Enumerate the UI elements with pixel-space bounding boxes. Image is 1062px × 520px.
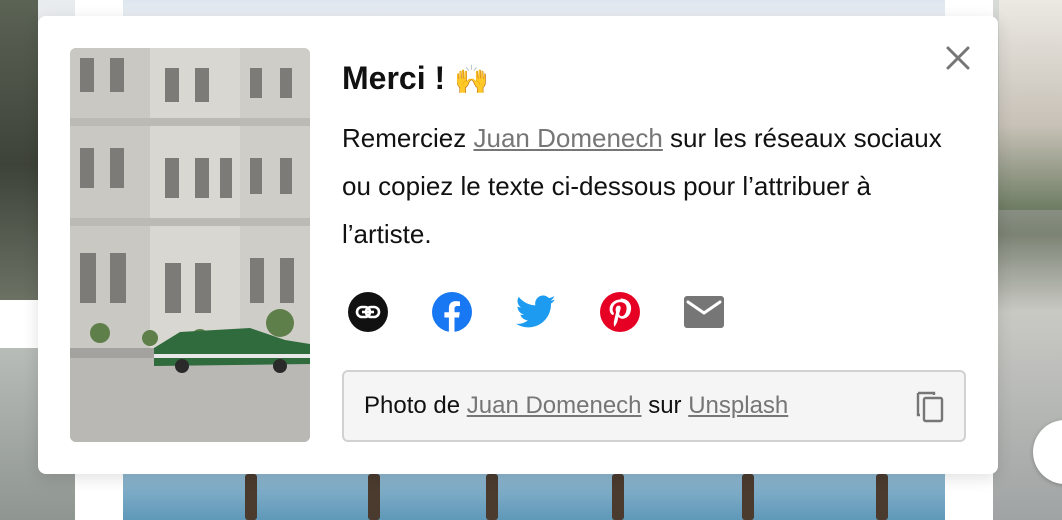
background-photo-left bbox=[0, 0, 38, 300]
twitter-icon bbox=[516, 295, 556, 328]
modal-description: Remerciez Juan Domenech sur les réseaux … bbox=[342, 114, 942, 258]
pinterest-share-button[interactable] bbox=[600, 292, 640, 332]
background-photo-right-top bbox=[999, 0, 1062, 210]
mail-icon bbox=[684, 296, 724, 328]
facebook-icon bbox=[432, 292, 472, 332]
raising-hands-emoji: 🙌 bbox=[454, 64, 489, 95]
copy-button[interactable] bbox=[912, 388, 948, 424]
background-pole bbox=[368, 474, 380, 520]
attribution-author-link[interactable]: Juan Domenech bbox=[467, 392, 642, 419]
share-buttons bbox=[348, 292, 724, 332]
modal-title: Merci ! 🙌 bbox=[342, 58, 489, 100]
unsplash-link[interactable]: Unsplash bbox=[688, 392, 788, 419]
background-gap bbox=[0, 300, 38, 348]
title-text: Merci ! bbox=[342, 60, 446, 96]
background-photo-center bbox=[123, 0, 945, 16]
photo-thumbnail bbox=[70, 48, 310, 442]
background-pole bbox=[742, 474, 754, 520]
twitter-share-button[interactable] bbox=[516, 292, 556, 332]
copy-link-button[interactable] bbox=[348, 292, 388, 332]
background-pole bbox=[612, 474, 624, 520]
close-icon bbox=[946, 46, 970, 70]
pinterest-icon bbox=[600, 292, 640, 332]
author-link[interactable]: Juan Domenech bbox=[473, 123, 662, 153]
description-before: Remerciez bbox=[342, 123, 474, 153]
copy-icon bbox=[916, 391, 944, 423]
background-pole bbox=[245, 474, 257, 520]
background-pole bbox=[486, 474, 498, 520]
background-pole bbox=[876, 474, 888, 520]
link-icon bbox=[348, 292, 388, 332]
attribution-middle: sur bbox=[641, 392, 689, 419]
attribution-box[interactable]: Photo de Juan Domenech sur Unsplash bbox=[342, 370, 966, 442]
attribution-prefix: Photo de bbox=[364, 392, 467, 419]
thank-you-modal: Merci ! 🙌 Remerciez Juan Domenech sur le… bbox=[38, 16, 998, 474]
facebook-share-button[interactable] bbox=[432, 292, 472, 332]
close-button[interactable] bbox=[942, 42, 974, 74]
email-share-button[interactable] bbox=[684, 292, 724, 332]
attribution-text: Photo de Juan Domenech sur Unsplash bbox=[364, 372, 788, 440]
